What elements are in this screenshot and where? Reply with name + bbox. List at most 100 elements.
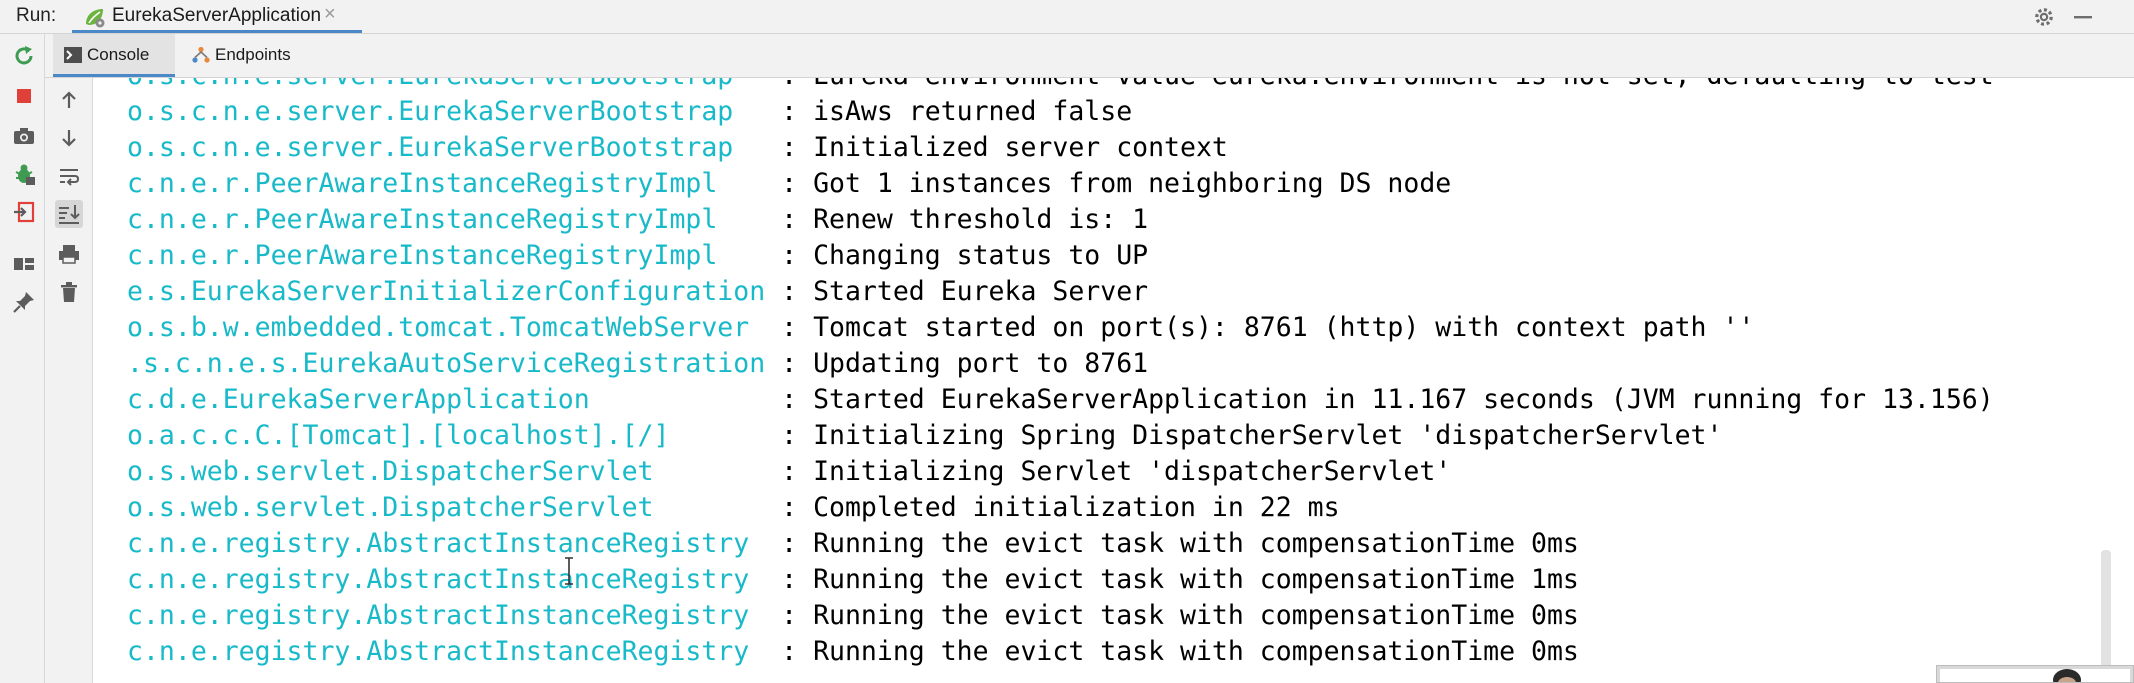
- log-line: e.s.EurekaServerInitializerConfiguration…: [127, 274, 1148, 310]
- log-separator: :: [781, 528, 814, 559]
- up-arrow-icon[interactable]: [57, 88, 81, 112]
- log-line: c.n.e.registry.AbstractInstanceRegistry …: [127, 526, 1579, 562]
- log-message: Initialized server context: [813, 132, 1228, 163]
- log-logger: o.s.b.w.embedded.tomcat.TomcatWebServer: [127, 312, 782, 343]
- log-logger: o.s.c.n.e.server.EurekaServerBootstrap: [127, 132, 782, 163]
- run-toolwindow-header: Run: EurekaServerApplication ×: [0, 0, 2134, 34]
- log-line: c.n.e.r.PeerAwareInstanceRegistryImpl : …: [127, 202, 1148, 238]
- console-scrollbar[interactable]: [2099, 78, 2134, 683]
- pin-icon[interactable]: [12, 290, 36, 314]
- log-line: .s.c.n.e.s.EurekaAutoServiceRegistration…: [127, 346, 1148, 382]
- stop-icon[interactable]: [12, 84, 36, 108]
- log-line: c.d.e.EurekaServerApplication : Started …: [127, 382, 1994, 418]
- avatar-icon: [1937, 666, 2133, 682]
- log-message: Got 1 instances from neighboring DS node: [813, 168, 1452, 199]
- log-separator: :: [781, 384, 814, 415]
- log-logger: c.n.e.registry.AbstractInstanceRegistry: [127, 528, 782, 559]
- log-separator: :: [781, 600, 814, 631]
- scrollbar-thumb[interactable]: [2101, 550, 2111, 683]
- log-logger: o.s.c.n.e.server.EurekaServerBootstrap: [127, 96, 782, 127]
- log-line: o.s.b.w.embedded.tomcat.TomcatWebServer …: [127, 310, 1754, 346]
- tab-console-label: Console: [87, 45, 150, 64]
- log-line: o.s.c.n.e.server.EurekaServerBootstrap :…: [127, 94, 1132, 130]
- log-message: Running the evict task with compensation…: [813, 528, 1579, 559]
- soft-wrap-icon[interactable]: [57, 164, 81, 188]
- scroll-to-end-icon[interactable]: [55, 200, 83, 228]
- log-message: Started Eureka Server: [813, 276, 1149, 307]
- log-line: o.s.web.servlet.DispatcherServlet : Init…: [127, 454, 1451, 490]
- run-tab-title: EurekaServerApplication: [112, 5, 322, 26]
- log-message: Started EurekaServerApplication in 11.16…: [813, 384, 1994, 415]
- minimize-icon[interactable]: [2072, 5, 2094, 29]
- log-message: Eureka environment value eureka.environm…: [813, 78, 1994, 91]
- log-message: Renew threshold is: 1: [813, 204, 1149, 235]
- console-toolbar: [45, 78, 93, 683]
- log-separator: :: [781, 240, 814, 271]
- log-message: Initializing Servlet 'dispatcherServlet': [813, 456, 1452, 487]
- log-message: Changing status to UP: [813, 240, 1149, 271]
- log-separator: :: [781, 168, 814, 199]
- log-separator: :: [781, 456, 814, 487]
- debug-bug-icon[interactable]: [12, 162, 36, 186]
- log-line: c.n.e.r.PeerAwareInstanceRegistryImpl : …: [127, 166, 1451, 202]
- layout-icon[interactable]: [12, 252, 36, 276]
- run-tab-eureka[interactable]: EurekaServerApplication ×: [72, 0, 362, 33]
- log-line: o.s.c.n.e.server.EurekaServerBootstrap :…: [127, 78, 1994, 94]
- rerun-icon[interactable]: [12, 44, 36, 68]
- log-logger: o.s.c.n.e.server.EurekaServerBootstrap: [127, 78, 781, 91]
- log-separator: :: [781, 204, 814, 235]
- log-logger: o.a.c.c.C.[Tomcat].[localhost].[/]: [127, 420, 782, 451]
- gear-icon[interactable]: [2032, 5, 2056, 29]
- log-logger: c.n.e.r.PeerAwareInstanceRegistryImpl: [127, 240, 782, 271]
- log-message: Running the evict task with compensation…: [813, 636, 1579, 667]
- log-logger: e.s.EurekaServerInitializerConfiguration: [127, 276, 782, 307]
- log-logger: c.n.e.r.PeerAwareInstanceRegistryImpl: [127, 204, 782, 235]
- console-tabs-bar: Console Endpoints: [45, 34, 2134, 78]
- run-label: Run:: [16, 5, 57, 26]
- tab-endpoints[interactable]: Endpoints: [181, 34, 311, 77]
- log-separator: :: [781, 564, 814, 595]
- close-icon[interactable]: ×: [324, 3, 336, 26]
- tab-endpoints-label: Endpoints: [215, 45, 291, 64]
- log-line: o.s.c.n.e.server.EurekaServerBootstrap :…: [127, 130, 1228, 166]
- exit-icon[interactable]: [12, 200, 36, 224]
- log-message: Running the evict task with compensation…: [813, 600, 1579, 631]
- log-message: isAws returned false: [813, 96, 1133, 127]
- log-line: c.n.e.registry.AbstractInstanceRegistry …: [127, 598, 1579, 634]
- log-message: Tomcat started on port(s): 8761 (http) w…: [813, 312, 1755, 343]
- spring-boot-icon: [86, 9, 105, 28]
- log-separator: :: [781, 348, 814, 379]
- console-icon: [64, 47, 82, 63]
- log-message: Completed initialization in 22 ms: [813, 492, 1340, 523]
- log-separator: :: [781, 312, 814, 343]
- console-output[interactable]: o.s.c.n.e.server.EurekaServerBootstrap :…: [93, 78, 2099, 683]
- log-line: c.n.e.registry.AbstractInstanceRegistry …: [127, 562, 1579, 598]
- video-preview-thumbnail: [1936, 665, 2134, 683]
- log-message: Running the evict task with compensation…: [813, 564, 1579, 595]
- print-icon[interactable]: [57, 242, 81, 266]
- log-logger: o.s.web.servlet.DispatcherServlet: [127, 456, 782, 487]
- screenshot-icon[interactable]: [12, 124, 36, 148]
- log-logger: c.d.e.EurekaServerApplication: [127, 384, 782, 415]
- log-separator: :: [781, 420, 814, 451]
- endpoints-icon: [192, 46, 210, 63]
- log-message: Updating port to 8761: [813, 348, 1149, 379]
- log-separator: :: [781, 492, 814, 523]
- log-line: o.s.web.servlet.DispatcherServlet : Comp…: [127, 490, 1340, 526]
- trash-icon[interactable]: [57, 280, 81, 304]
- log-separator: :: [781, 276, 814, 307]
- log-logger: o.s.web.servlet.DispatcherServlet: [127, 492, 782, 523]
- log-message: Initializing Spring DispatcherServlet 'd…: [813, 420, 1723, 451]
- log-separator: :: [781, 132, 814, 163]
- text-cursor-icon: [565, 557, 573, 585]
- log-logger: c.n.e.registry.AbstractInstanceRegistry: [127, 600, 782, 631]
- log-separator: :: [781, 78, 813, 91]
- log-line: c.n.e.r.PeerAwareInstanceRegistryImpl : …: [127, 238, 1148, 274]
- tab-console[interactable]: Console: [53, 34, 175, 77]
- down-arrow-icon[interactable]: [57, 126, 81, 150]
- log-line: c.n.e.registry.AbstractInstanceRegistry …: [127, 634, 1579, 670]
- run-toolbar: [0, 34, 45, 683]
- log-separator: :: [781, 96, 814, 127]
- log-line: o.a.c.c.C.[Tomcat].[localhost].[/] : Ini…: [127, 418, 1722, 454]
- log-logger: c.n.e.r.PeerAwareInstanceRegistryImpl: [127, 168, 782, 199]
